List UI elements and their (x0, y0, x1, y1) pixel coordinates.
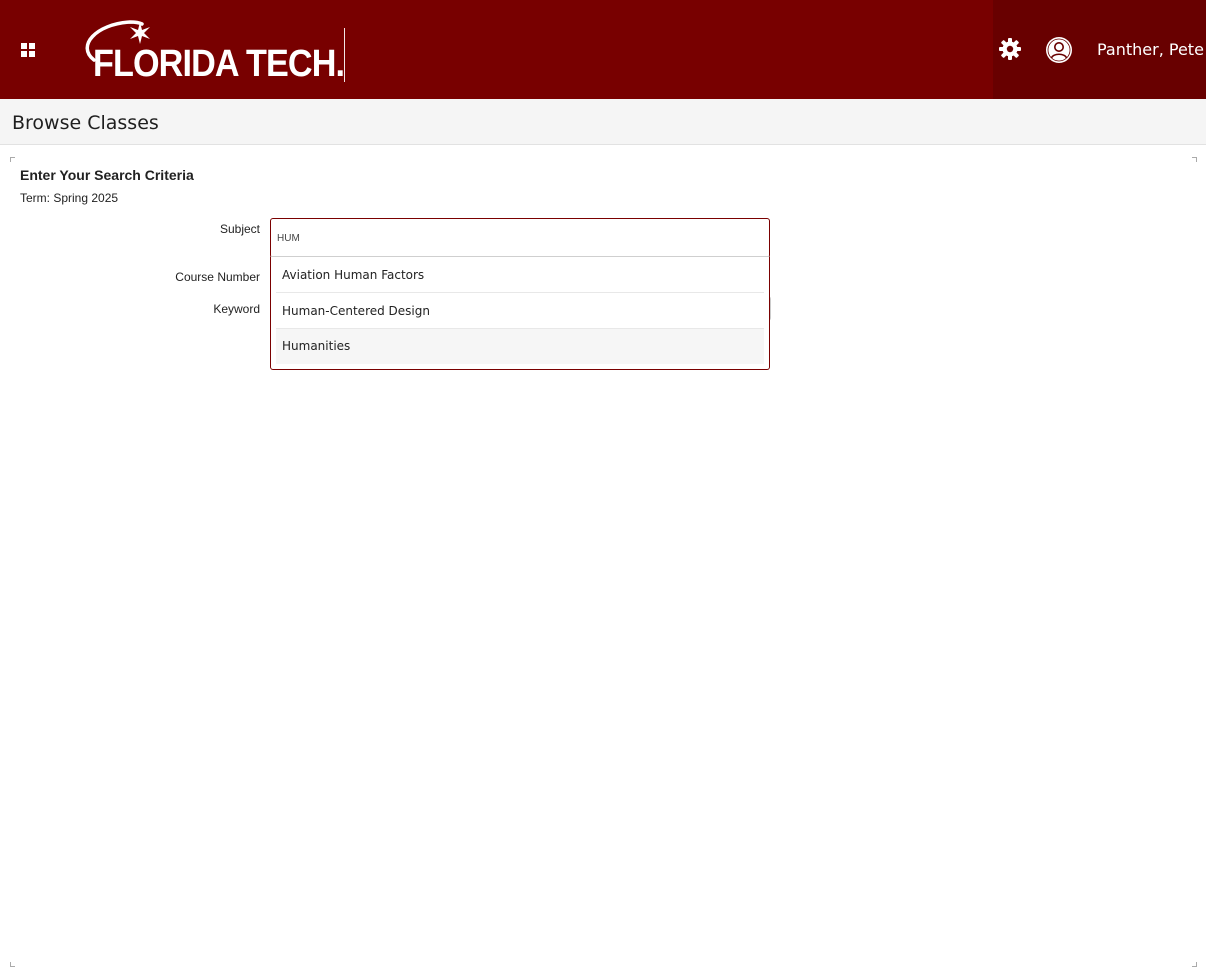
search-criteria-heading: Enter Your Search Criteria (20, 167, 194, 183)
gear-icon[interactable] (998, 37, 1022, 61)
course-number-label: Course Number (175, 270, 260, 284)
page-title: Browse Classes (12, 112, 159, 134)
logo-text: FLORIDA TECH. (93, 43, 345, 85)
logo-divider (344, 28, 345, 82)
panel-corner (1192, 157, 1197, 162)
keyword-label: Keyword (213, 302, 260, 316)
app-grid-icon[interactable] (21, 43, 35, 57)
user-avatar-icon[interactable] (1046, 37, 1072, 63)
panel-corner (10, 157, 15, 162)
panel-corner (10, 962, 15, 967)
subject-suggestion-item[interactable]: Human-Centered Design (276, 294, 764, 329)
subject-suggestions-dropdown: Aviation Human Factors Human-Centered De… (270, 256, 770, 370)
page-title-bar: Browse Classes (0, 99, 1206, 145)
top-header: FLORIDA TECH. Panther, Pete (0, 0, 1206, 99)
subject-label: Subject (219, 222, 260, 236)
term-label: Term: Spring 2025 (20, 191, 119, 205)
subject-suggestion-item[interactable]: Aviation Human Factors (276, 258, 764, 293)
subject-suggestion-item[interactable]: Humanities (276, 329, 764, 364)
user-name[interactable]: Panther, Pete (1097, 40, 1204, 60)
florida-tech-logo[interactable]: FLORIDA TECH. (72, 20, 345, 84)
panel-corner (1192, 962, 1197, 967)
subject-input[interactable] (270, 218, 770, 258)
